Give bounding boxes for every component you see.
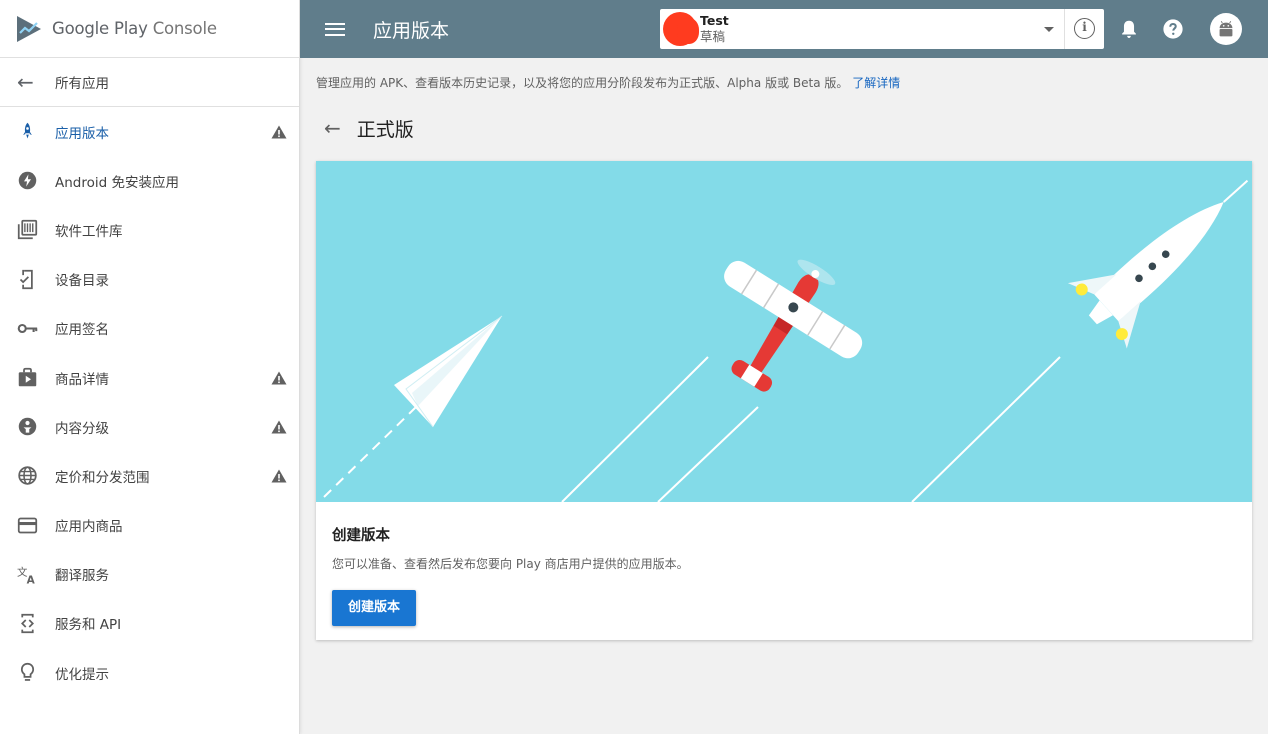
app-selector-dropdown[interactable]: Test 草稿 i — [660, 9, 1104, 49]
airplane-icon — [724, 259, 863, 392]
create-release-button[interactable]: 创建版本 — [332, 590, 417, 626]
sidebar-item-label: 服务和 API — [55, 617, 122, 634]
all-apps-link[interactable]: ← 所有应用 — [0, 58, 299, 107]
sidebar-item-label: 应用内商品 — [55, 519, 123, 536]
sidebar-item-services-api[interactable]: 服务和 API — [0, 599, 299, 648]
hero-illustration — [316, 161, 1252, 502]
divider — [1064, 9, 1065, 49]
info-icon[interactable]: i — [1074, 18, 1095, 39]
all-apps-label: 所有应用 — [55, 76, 109, 92]
notifications-bell-icon[interactable] — [1118, 18, 1140, 40]
menu-icon[interactable] — [325, 22, 345, 36]
svg-text:A: A — [26, 574, 35, 585]
release-illustration — [323, 179, 1249, 502]
airplane-trail — [657, 406, 759, 502]
sidebar-item-translation[interactable]: 文A 翻译服务 — [0, 550, 299, 599]
bolt-icon — [16, 170, 38, 192]
sidebar-nav: 应用版本 Android 免安装应用 软件工件库 设备目录 应用签名 商品详情 … — [0, 107, 299, 697]
library-icon — [16, 219, 38, 241]
back-arrow-icon: ← — [17, 70, 34, 94]
app-status: 草稿 — [700, 29, 726, 44]
translate-icon: 文A — [16, 563, 38, 585]
android-icon — [1219, 20, 1233, 37]
sidebar-item-app-signing[interactable]: 应用签名 — [0, 304, 299, 353]
content-rating-icon — [16, 416, 38, 438]
paper-plane-icon — [394, 315, 503, 428]
dropdown-caret-icon — [1044, 27, 1054, 32]
app-name: Test — [700, 13, 729, 28]
sidebar-item-label: 应用签名 — [55, 322, 109, 339]
warning-icon — [271, 420, 287, 434]
sidebar: Google Play Console ← 所有应用 应用版本 Android … — [0, 0, 300, 734]
rocket-trail — [911, 356, 1061, 502]
top-app-bar: 应用版本 Test 草稿 i — [300, 0, 1268, 58]
warning-icon — [271, 125, 287, 139]
sidebar-item-artifact-library[interactable]: 软件工件库 — [0, 205, 299, 254]
back-arrow-icon[interactable]: ← — [324, 116, 341, 140]
help-icon[interactable] — [1162, 18, 1184, 40]
sidebar-item-optimization-tips[interactable]: 优化提示 — [0, 648, 299, 697]
key-icon — [16, 317, 38, 339]
sidebar-item-instant-apps[interactable]: Android 免安装应用 — [0, 156, 299, 205]
play-console-logo-icon — [17, 15, 41, 42]
logo-text-console: Console — [152, 19, 217, 38]
warning-icon — [271, 371, 287, 385]
sidebar-item-label: 优化提示 — [55, 666, 109, 683]
sidebar-item-label: Android 免安装应用 — [55, 174, 179, 191]
sidebar-item-label: 内容分级 — [55, 420, 109, 437]
store-listing-icon — [16, 367, 38, 389]
rocket-icon — [16, 121, 38, 143]
create-release-card: 创建版本 您可以准备、查看然后发布您要向 Play 商店用户提供的应用版本。 创… — [316, 161, 1252, 640]
rocket-icon — [1067, 179, 1249, 349]
paper-plane-trail — [323, 406, 417, 498]
main-content: 管理应用的 APK、查看版本历史记录，以及将您的应用分阶段发布为正式版、Alph… — [316, 58, 1252, 640]
logo-text-google-play: Google Play — [52, 19, 148, 38]
sidebar-item-label: 设备目录 — [55, 273, 109, 290]
track-title: 正式版 — [356, 118, 414, 141]
track-header: ← 正式版 — [316, 113, 1252, 143]
app-icon — [663, 12, 699, 46]
card-title: 创建版本 — [332, 528, 390, 544]
globe-icon — [16, 465, 38, 487]
page-description: 管理应用的 APK、查看版本历史记录，以及将您的应用分阶段发布为正式版、Alph… — [316, 74, 1252, 91]
sidebar-item-label: 应用版本 — [55, 125, 109, 142]
sidebar-item-in-app-products[interactable]: 应用内商品 — [0, 501, 299, 550]
card-description: 您可以准备、查看然后发布您要向 Play 商店用户提供的应用版本。 — [332, 557, 689, 571]
play-console-logo[interactable]: Google Play Console — [0, 0, 299, 58]
credit-card-icon — [16, 514, 38, 536]
sidebar-item-app-releases[interactable]: 应用版本 — [0, 107, 299, 156]
sidebar-item-label: 软件工件库 — [55, 223, 123, 240]
sidebar-item-label: 定价和分发范围 — [55, 469, 150, 486]
learn-more-link[interactable]: 了解详情 — [852, 76, 900, 90]
airplane-trail — [561, 356, 709, 502]
sidebar-item-store-listing[interactable]: 商品详情 — [0, 353, 299, 402]
sidebar-item-content-rating[interactable]: 内容分级 — [0, 402, 299, 451]
sidebar-item-label: 商品详情 — [55, 371, 109, 388]
description-text: 管理应用的 APK、查看版本历史记录，以及将您的应用分阶段发布为正式版、Alph… — [316, 76, 849, 90]
account-avatar[interactable] — [1210, 13, 1242, 45]
device-check-icon — [16, 268, 38, 290]
sidebar-item-device-catalog[interactable]: 设备目录 — [0, 255, 299, 304]
warning-icon — [271, 469, 287, 483]
api-icon — [16, 612, 38, 634]
sidebar-item-pricing-distribution[interactable]: 定价和分发范围 — [0, 451, 299, 500]
page-title: 应用版本 — [373, 19, 450, 42]
lightbulb-icon — [16, 662, 38, 684]
sidebar-item-label: 翻译服务 — [55, 568, 109, 585]
